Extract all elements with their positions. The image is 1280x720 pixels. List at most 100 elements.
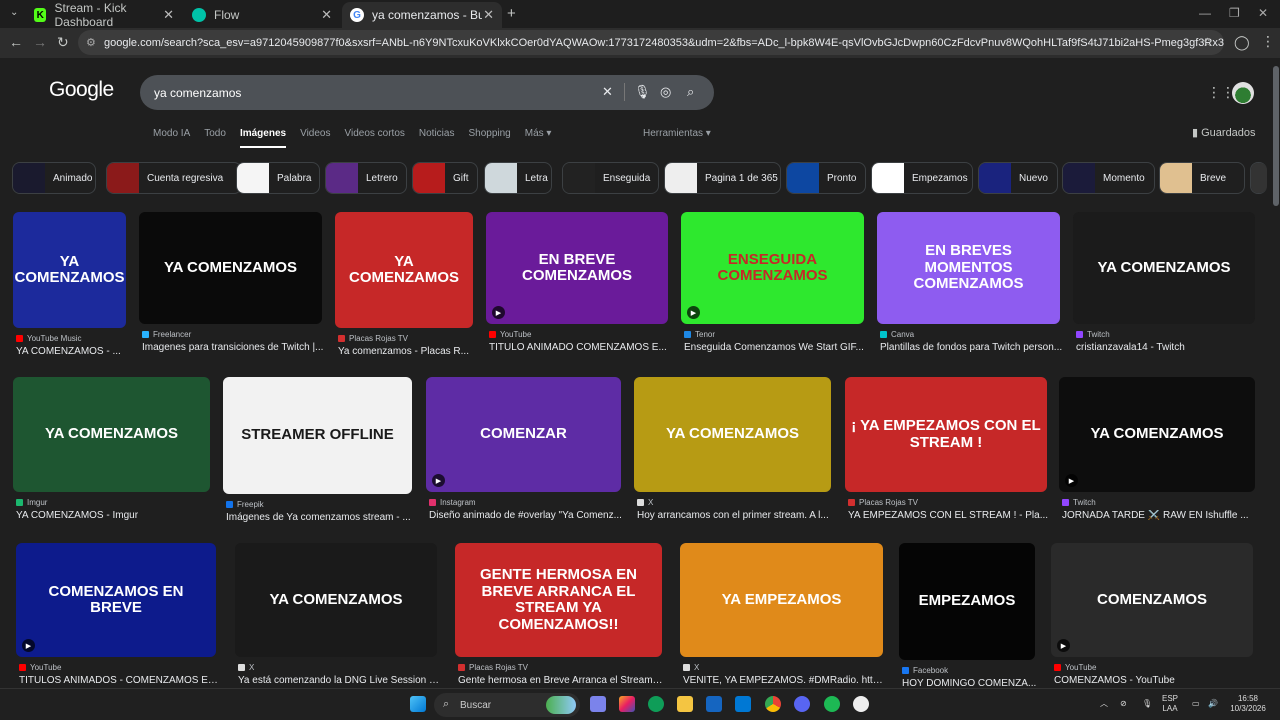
tab-modo-ia[interactable]: Modo IA [153,128,190,148]
obs-icon[interactable] [853,696,869,712]
tab-todo[interactable]: Todo [204,128,226,148]
browser-tab-kick[interactable]: K Stream - Kick Dashboard ✕ [26,1,182,29]
address-bar[interactable]: ⚙ google.com/search?sca_esv=a97120459098… [78,30,1224,55]
profile-icon[interactable]: ◯ [1234,34,1250,51]
chip[interactable]: Momento [1062,162,1155,194]
result-source[interactable]: Tenor [684,330,867,339]
result-source[interactable]: X [637,498,834,507]
chip[interactable]: Enseguida [562,162,659,194]
chip[interactable]: Letra [484,162,552,194]
image-result-thumbnail[interactable]: GENTE HERMOSA EN BREVE ARRANCA EL STREAM… [455,543,662,657]
result-source[interactable]: YouTube [489,330,671,339]
mic-icon[interactable]: 🎙 [634,84,651,100]
image-result-thumbnail[interactable]: STREAMER OFFLINE [223,377,412,494]
chip[interactable]: Cuenta regresiva [106,162,242,194]
monitor-icon[interactable]: ▭ [1192,699,1200,709]
network-off-icon[interactable]: ⊘ [1120,699,1127,709]
avatar[interactable] [1232,82,1254,104]
language-indicator[interactable]: ESP LAA [1162,694,1178,714]
result-title[interactable]: HOY DOMINGO COMENZA... [902,678,1038,688]
result-title[interactable]: Ya comenzamos - Placas R... [338,346,476,357]
outlook-icon[interactable] [735,696,751,712]
tab-noticias[interactable]: Noticias [419,128,455,148]
image-result-thumbnail[interactable]: YA COMENZAMOS [13,212,126,328]
search-input[interactable]: ya comenzamos [154,86,241,100]
result-source[interactable]: Placas Rojas TV [848,498,1050,507]
result-title[interactable]: VENITE, YA EMPEZAMOS. #DMRadio. https... [683,675,886,686]
store-icon[interactable] [706,696,722,712]
result-title[interactable]: TITULOS ANIMADOS - COMENZAMOS EN ... [19,675,219,686]
chip[interactable]: Pronto [786,162,866,194]
browser-tab-google[interactable]: G ya comenzamos - Buscar con Go ✕ [342,2,502,28]
image-result-thumbnail[interactable]: YA COMENZAMOS ▶ [1059,377,1255,492]
back-icon[interactable]: ← [9,34,23,50]
image-result-thumbnail[interactable]: COMENZAR ▶ [426,377,621,492]
window-close-icon[interactable]: ✕ [1258,6,1268,20]
tab-videos[interactable]: Videos [300,128,330,148]
image-result-thumbnail[interactable]: YA COMENZAMOS [634,377,831,492]
result-title[interactable]: Imagenes para transiciones de Twitch |..… [142,342,325,353]
file-explorer-icon[interactable] [677,696,693,712]
tab-videos-cortos[interactable]: Videos cortos [344,128,404,148]
result-source[interactable]: Instagram [429,498,624,507]
menu-dots-icon[interactable]: ⋮ [1261,33,1275,50]
taskbar-search[interactable]: ⌕ Buscar [434,693,580,717]
forward-icon[interactable]: → [33,34,47,50]
chip[interactable]: Palabra [236,162,320,194]
result-source[interactable]: X [238,663,440,672]
windows-start-icon[interactable] [410,696,426,712]
tools-button[interactable]: Herramientas ▾ [643,128,711,139]
search-box[interactable]: ya comenzamos ✕ 🎙 ◎ ⌕ [140,75,714,110]
result-title[interactable]: Hoy arrancamos con el primer stream. A l… [637,510,834,521]
result-source[interactable]: Canva [880,330,1063,339]
result-title[interactable]: YA COMENZAMOS - ... [16,346,129,357]
image-result-thumbnail[interactable]: ¡ YA EMPEZAMOS CON EL STREAM ! [845,377,1047,492]
lens-icon[interactable]: ◎ [660,84,671,100]
result-title[interactable]: TITULO ANIMADO COMENZAMOS E... [489,342,671,353]
result-source[interactable]: Placas Rojas TV [338,334,476,343]
chip[interactable]: Breve [1159,162,1245,194]
scrollbar[interactable] [1272,58,1280,688]
search-icon[interactable]: ⌕ [687,84,694,100]
scrollbar-thumb[interactable] [1273,66,1279,206]
bookmark-star-icon[interactable]: ☆ [1202,35,1213,49]
clear-icon[interactable]: ✕ [602,84,613,100]
image-result-thumbnail[interactable]: EN BREVE COMENZAMOS ▶ [486,212,668,324]
image-result-thumbnail[interactable]: COMENZAMOS ▶ [1051,543,1253,657]
image-result-thumbnail[interactable]: YA COMENZAMOS [235,543,437,657]
tab-shopping[interactable]: Shopping [468,128,510,148]
clock[interactable]: 16:58 10/3/2026 [1226,694,1270,714]
tab-list-icon[interactable]: ⌄ [10,7,18,18]
minimize-icon[interactable]: — [1199,6,1211,20]
result-title[interactable]: COMENZAMOS - YouTube [1054,675,1256,686]
chip[interactable]: Gift [412,162,478,194]
image-result-thumbnail[interactable]: YA COMENZAMOS [13,377,210,492]
result-title[interactable]: Diseño animado de #overlay "Ya Comenz... [429,510,624,521]
discord-icon[interactable] [794,696,810,712]
spotify-icon[interactable] [824,696,840,712]
result-title[interactable]: Ya está comenzando la DNG Live Session f… [238,675,440,686]
maximize-icon[interactable]: ❐ [1229,6,1240,20]
chip[interactable]: Pagina 1 de 365 [664,162,781,194]
chip[interactable]: Animado [12,162,96,194]
image-result-thumbnail[interactable]: YA EMPEZAMOS [680,543,883,657]
chip[interactable]: Empezamos [871,162,973,194]
image-result-thumbnail[interactable]: EMPEZAMOS [899,543,1035,660]
result-source[interactable]: Freepik [226,500,415,509]
result-title[interactable]: YA EMPEZAMOS CON EL STREAM ! - Pla... [848,510,1050,521]
mic-tray-icon[interactable]: 🎙 [1142,699,1152,709]
result-title[interactable]: Imágenes de Ya comenzamos stream - ... [226,512,415,523]
result-source[interactable]: YouTube Music [16,334,129,343]
result-title[interactable]: Gente hermosa en Breve Arranca el Stream… [458,675,665,686]
result-source[interactable]: Facebook [902,666,1038,675]
result-title[interactable]: YA COMENZAMOS - Imgur [16,510,213,521]
result-title[interactable]: cristianzavala14 - Twitch [1076,342,1258,353]
tray-chevron-icon[interactable]: ︿ [1100,699,1108,709]
image-result-thumbnail[interactable]: COMENZAMOS EN BREVE ▶ [16,543,216,657]
reload-icon[interactable]: ↻ [57,34,69,51]
result-source[interactable]: YouTube [19,663,219,672]
new-tab-icon[interactable]: + [507,5,516,22]
tab-imagenes[interactable]: Imágenes [239,128,287,148]
image-result-thumbnail[interactable]: YA COMENZAMOS [335,212,473,328]
edge-icon[interactable] [648,696,664,712]
